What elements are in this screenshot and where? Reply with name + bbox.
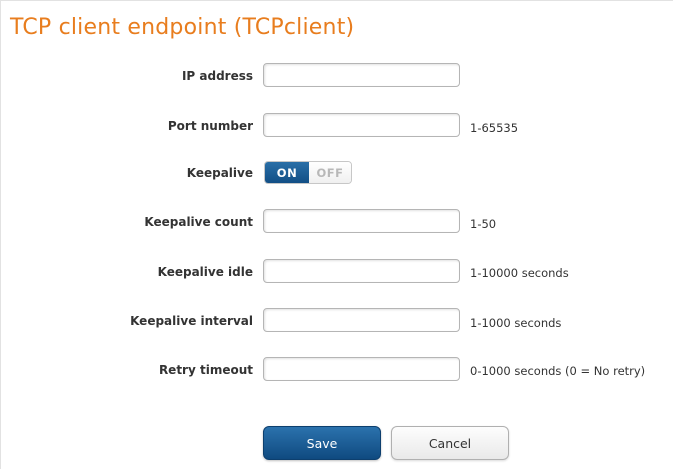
- keepalive-toggle[interactable]: ON OFF: [264, 161, 352, 184]
- retry-timeout-label: Retry timeout: [158, 363, 253, 377]
- keepalive-count-input[interactable]: [263, 209, 460, 233]
- keepalive-toggle-on[interactable]: ON: [265, 162, 309, 183]
- keepalive-idle-input[interactable]: [263, 259, 460, 283]
- keepalive-label: Keepalive: [186, 166, 253, 180]
- page-title: TCP client endpoint (TCPclient): [10, 15, 355, 40]
- port-number-hint: 1-65535: [470, 121, 519, 135]
- port-number-input[interactable]: [263, 113, 460, 137]
- keepalive-toggle-off[interactable]: OFF: [309, 162, 351, 183]
- keepalive-idle-label: Keepalive idle: [157, 265, 253, 279]
- keepalive-interval-input[interactable]: [263, 308, 460, 332]
- keepalive-interval-hint: 1-1000 seconds: [470, 316, 562, 330]
- keepalive-interval-label: Keepalive interval: [130, 314, 253, 328]
- port-number-label: Port number: [167, 119, 253, 133]
- retry-timeout-hint: 0-1000 seconds (0 = No retry): [470, 364, 646, 378]
- tcp-client-form-panel: TCP client endpoint (TCPclient) IP addre…: [0, 0, 673, 469]
- save-button[interactable]: Save: [263, 426, 381, 460]
- ip-address-input[interactable]: [263, 63, 460, 87]
- keepalive-count-label: Keepalive count: [144, 215, 253, 229]
- retry-timeout-input[interactable]: [263, 357, 460, 381]
- ip-address-label: IP address: [181, 69, 253, 83]
- keepalive-idle-hint: 1-10000 seconds: [470, 266, 569, 280]
- cancel-button[interactable]: Cancel: [391, 426, 509, 460]
- keepalive-count-hint: 1-50: [470, 217, 497, 231]
